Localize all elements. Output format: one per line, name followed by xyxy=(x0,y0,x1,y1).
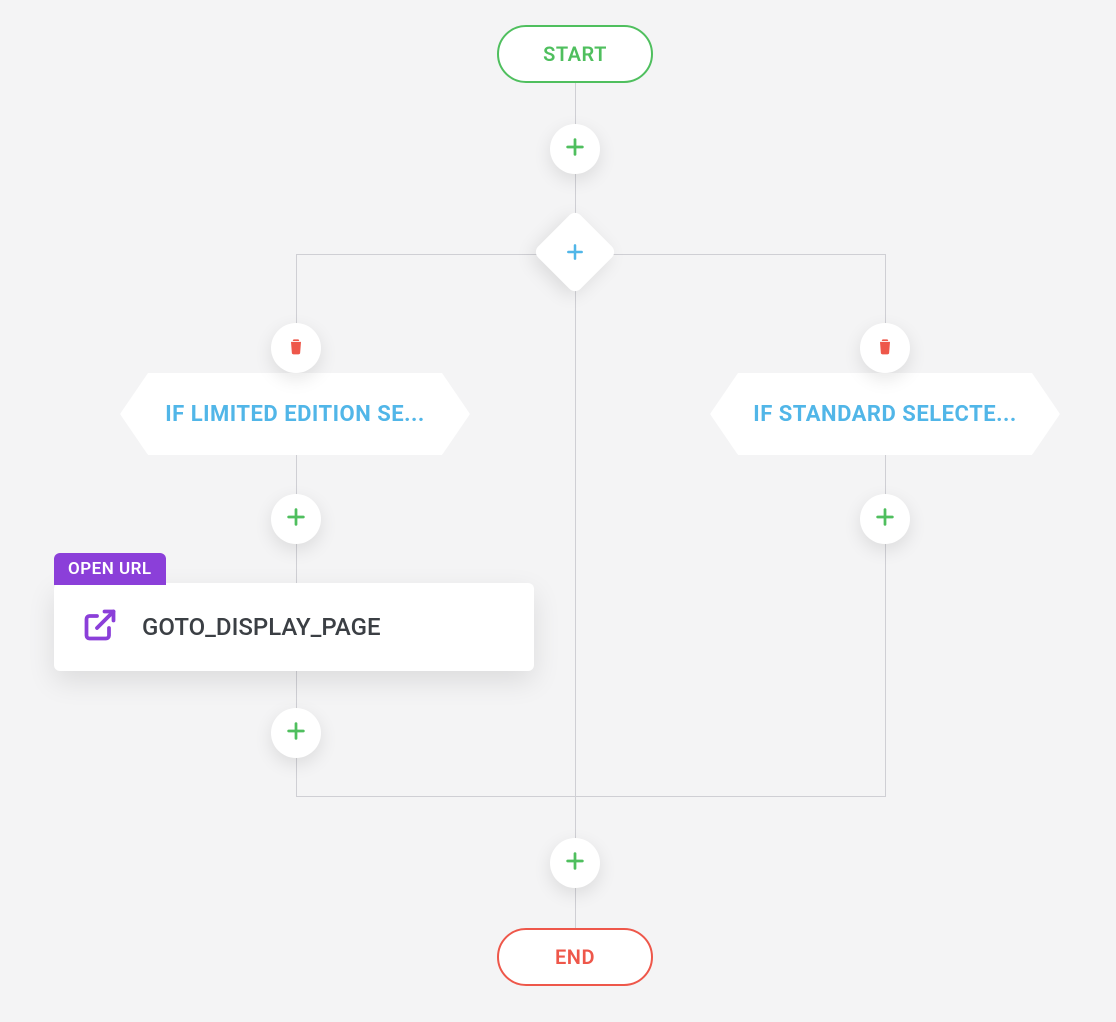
start-node[interactable]: START xyxy=(497,25,653,83)
action-node-open-url[interactable]: OPEN URL GOTO_DISPLAY_PAGE xyxy=(54,583,534,671)
connector xyxy=(296,796,886,797)
add-step-button[interactable] xyxy=(550,838,600,888)
branch-node[interactable] xyxy=(533,210,618,295)
action-tag: OPEN URL xyxy=(54,553,166,585)
end-node[interactable]: END xyxy=(497,928,653,986)
plus-icon xyxy=(285,720,307,746)
connector xyxy=(575,83,576,796)
condition-node-right[interactable]: IF STANDARD SELECTE... xyxy=(710,373,1060,455)
trash-icon xyxy=(875,336,895,360)
condition-node-left[interactable]: IF LIMITED EDITION SE... xyxy=(120,373,470,455)
plus-icon xyxy=(564,850,586,876)
add-step-button[interactable] xyxy=(271,708,321,758)
end-label: END xyxy=(555,945,595,969)
add-step-button[interactable] xyxy=(271,494,321,544)
add-step-button[interactable] xyxy=(550,124,600,174)
condition-label: IF STANDARD SELECTE... xyxy=(753,402,1016,427)
trash-icon xyxy=(286,336,306,360)
delete-branch-button[interactable] xyxy=(860,323,910,373)
add-step-button[interactable] xyxy=(860,494,910,544)
plus-icon xyxy=(285,506,307,532)
plus-icon xyxy=(874,506,896,532)
open-url-icon xyxy=(82,607,118,647)
delete-branch-button[interactable] xyxy=(271,323,321,373)
plus-icon xyxy=(564,136,586,162)
condition-label: IF LIMITED EDITION SE... xyxy=(165,402,425,427)
start-label: START xyxy=(543,42,607,66)
action-label: GOTO_DISPLAY_PAGE xyxy=(142,613,381,641)
